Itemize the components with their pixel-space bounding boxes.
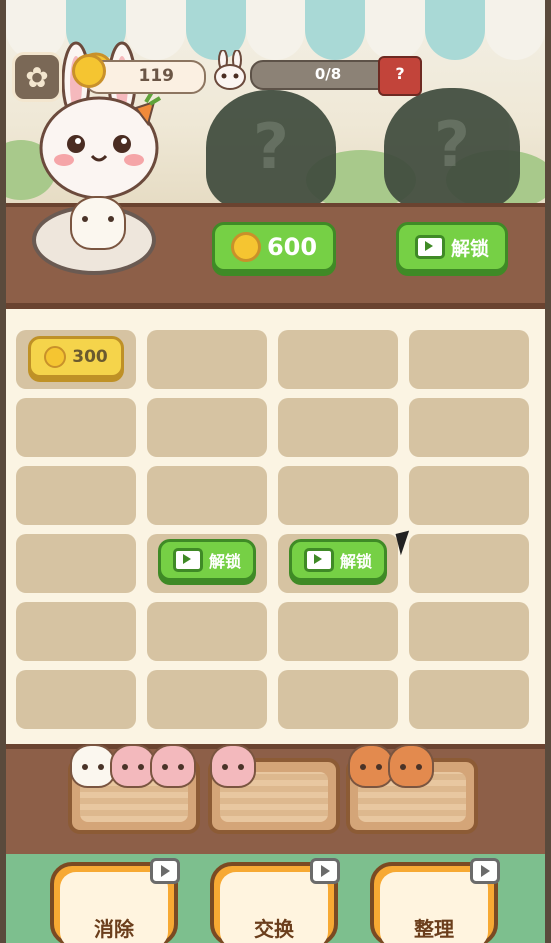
grid-cell[interactable] (147, 330, 267, 389)
shop-reward-icon: ? (378, 56, 422, 96)
grid-cell[interactable] (16, 398, 136, 457)
bunny-progress-icon (214, 50, 246, 90)
grid-cell[interactable] (278, 670, 398, 729)
capybara-bun-piece[interactable] (388, 744, 434, 788)
price-label: 600 (266, 233, 318, 261)
video-unlock-cell-button[interactable]: 解锁 (158, 539, 256, 581)
settings-gear-button[interactable]: ✿ (12, 52, 62, 102)
grid-cell[interactable] (278, 466, 398, 525)
bunny-bun-piece[interactable] (210, 744, 256, 788)
buy-cell-coin-button[interactable]: 300 (28, 336, 124, 378)
locked-customer-silhouette: ? (206, 90, 336, 205)
grid-cell[interactable] (409, 670, 529, 729)
video-ad-icon (310, 858, 340, 884)
gear-icon: ✿ (25, 60, 49, 94)
grid-cell[interactable] (147, 398, 267, 457)
grid-cell[interactable] (16, 670, 136, 729)
coin-icon (230, 232, 261, 262)
grid-cell[interactable] (147, 466, 267, 525)
shop-scene: ? ? (6, 0, 545, 205)
video-ad-icon (470, 858, 500, 884)
question-mark: ? (434, 108, 470, 181)
grid-cell[interactable] (409, 398, 529, 457)
cell-price-label: 300 (72, 347, 108, 367)
grid-cell[interactable] (409, 602, 529, 661)
tool-button[interactable]: 交换 (210, 858, 340, 943)
video-unlock-cell-button[interactable]: 解锁 (289, 539, 387, 581)
buy-customer-button[interactable]: 600 (212, 222, 336, 272)
video-ad-icon (172, 548, 203, 572)
question-mark: ? (253, 110, 289, 183)
grid-cell[interactable] (16, 602, 136, 661)
tool-label: 交换 (254, 917, 294, 941)
video-ad-icon (303, 548, 334, 572)
coin-icon (44, 346, 67, 368)
grid-cell[interactable] (278, 602, 398, 661)
tool-label: 消除 (94, 917, 134, 941)
grid-cell[interactable] (16, 466, 136, 525)
tool-button[interactable]: 消除 (50, 858, 180, 943)
game-screen: ? ? ✿ 119 0/8 ? 600 解锁 300 解锁 解锁 消除 交换 整… (6, 0, 545, 943)
tool-button[interactable]: 整理 (370, 858, 500, 943)
unlock-label: 解锁 (208, 552, 241, 571)
grid-cell[interactable] (16, 534, 136, 593)
coin-icon (72, 54, 106, 88)
tool-label: 整理 (414, 917, 454, 941)
board-grid: 300 解锁 解锁 (16, 330, 531, 732)
video-unlock-customer-button[interactable]: 解锁 (396, 222, 508, 272)
unlock-label: 解锁 (450, 237, 489, 260)
grid-cell[interactable] (147, 602, 267, 661)
grid-cell[interactable] (409, 466, 529, 525)
video-ad-icon (414, 235, 445, 259)
pig-bun-on-plate (70, 196, 126, 250)
locked-customer-silhouette: ? (384, 88, 520, 205)
grid-cell[interactable] (278, 398, 398, 457)
grid-cell[interactable] (409, 534, 529, 593)
bunny-bun-piece[interactable] (150, 744, 196, 788)
grid-cell[interactable] (147, 670, 267, 729)
video-ad-icon (150, 858, 180, 884)
coin-count: 119 (138, 66, 175, 86)
unlock-label: 解锁 (339, 552, 372, 571)
grid-cell[interactable] (278, 330, 398, 389)
grid-cell[interactable] (409, 330, 529, 389)
